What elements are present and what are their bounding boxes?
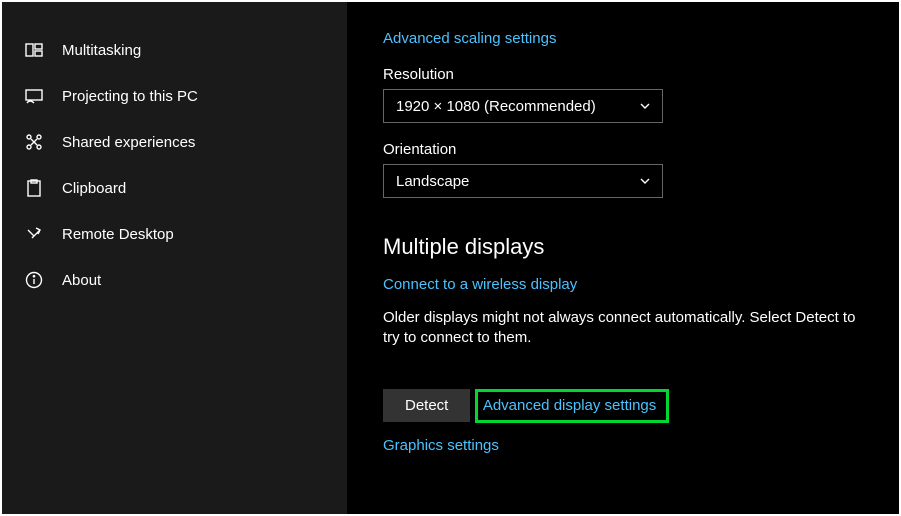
multiple-displays-header: Multiple displays [383, 234, 863, 260]
orientation-select[interactable]: Landscape [383, 164, 663, 198]
chevron-down-icon [638, 99, 652, 113]
clipboard-icon [24, 178, 44, 198]
advanced-display-link[interactable]: Advanced display settings [483, 397, 656, 414]
sidebar: Multitasking Projecting to this PC [2, 2, 347, 514]
sidebar-item-shared-experiences[interactable]: Shared experiences [2, 119, 347, 165]
projecting-icon [24, 86, 44, 106]
sidebar-item-remote-desktop[interactable]: Remote Desktop [2, 211, 347, 257]
sidebar-item-clipboard[interactable]: Clipboard [2, 165, 347, 211]
sidebar-item-label: Clipboard [62, 180, 126, 197]
detect-button[interactable]: Detect [383, 389, 470, 422]
resolution-label: Resolution [383, 66, 863, 83]
chevron-down-icon [638, 174, 652, 188]
settings-window: Multitasking Projecting to this PC [0, 0, 901, 516]
about-icon [24, 270, 44, 290]
graphics-settings-link[interactable]: Graphics settings [383, 437, 499, 454]
shared-experiences-icon [24, 132, 44, 152]
sidebar-item-label: Shared experiences [62, 134, 195, 151]
remote-desktop-icon [24, 224, 44, 244]
highlight-annotation: Advanced display settings [475, 389, 669, 423]
connect-wireless-link[interactable]: Connect to a wireless display [383, 276, 577, 293]
sidebar-item-label: About [62, 272, 101, 289]
multiple-displays-description: Older displays might not always connect … [383, 308, 863, 349]
orientation-value: Landscape [396, 173, 469, 190]
sidebar-item-about[interactable]: About [2, 257, 347, 303]
orientation-label: Orientation [383, 141, 863, 158]
sidebar-item-label: Remote Desktop [62, 226, 174, 243]
main-content: Advanced scaling settings Resolution 192… [347, 2, 899, 514]
sidebar-item-label: Multitasking [62, 42, 141, 59]
advanced-scaling-link[interactable]: Advanced scaling settings [383, 30, 556, 47]
sidebar-item-label: Projecting to this PC [62, 88, 198, 105]
sidebar-item-projecting[interactable]: Projecting to this PC [2, 73, 347, 119]
sidebar-item-multitasking[interactable]: Multitasking [2, 27, 347, 73]
multitasking-icon [24, 40, 44, 60]
resolution-value: 1920 × 1080 (Recommended) [396, 98, 596, 115]
resolution-select[interactable]: 1920 × 1080 (Recommended) [383, 89, 663, 123]
